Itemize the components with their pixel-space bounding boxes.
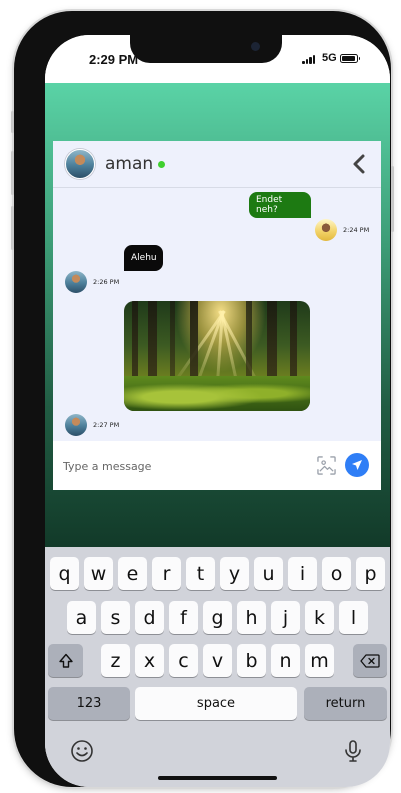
key-q[interactable]: q [50, 557, 79, 590]
message-input[interactable] [63, 453, 303, 479]
volume-up-button [11, 151, 14, 195]
network-type: 5G [322, 52, 337, 64]
power-button [391, 166, 394, 232]
message-composer [53, 441, 381, 490]
message-time: 2:27 PM [93, 421, 120, 429]
battery-icon [340, 54, 360, 63]
microphone-icon[interactable] [341, 739, 365, 763]
notch [130, 35, 282, 63]
emoji-icon[interactable] [70, 739, 94, 763]
key-w[interactable]: w [84, 557, 113, 590]
chevron-left-icon[interactable] [350, 153, 368, 175]
screen: 2:29 PM 5G aman Endet neh? 2:24 PM Alehu… [45, 35, 390, 787]
key-d[interactable]: d [135, 601, 164, 634]
return-key[interactable]: return [304, 687, 387, 720]
key-z[interactable]: z [101, 644, 130, 677]
home-indicator [158, 776, 277, 780]
key-n[interactable]: n [271, 644, 300, 677]
message-image[interactable] [124, 301, 310, 411]
image-upload-icon[interactable] [317, 456, 336, 475]
key-u[interactable]: u [254, 557, 283, 590]
key-e[interactable]: e [118, 557, 147, 590]
message-time: 2:26 PM [93, 278, 120, 286]
key-i[interactable]: i [288, 557, 317, 590]
key-s[interactable]: s [101, 601, 130, 634]
key-k[interactable]: k [305, 601, 334, 634]
key-r[interactable]: r [152, 557, 181, 590]
status-bar: 2:29 PM 5G [45, 35, 390, 83]
message-bubble-outgoing: Endet neh? [249, 192, 311, 218]
key-y[interactable]: y [220, 557, 249, 590]
backspace-icon [360, 653, 380, 668]
key-j[interactable]: j [271, 601, 300, 634]
contact-message-avatar [65, 271, 87, 293]
contact-message-avatar [65, 414, 87, 436]
key-g[interactable]: g [203, 601, 232, 634]
key-c[interactable]: c [169, 644, 198, 677]
contact-avatar[interactable] [65, 149, 95, 179]
shift-icon [58, 653, 73, 668]
key-v[interactable]: v [203, 644, 232, 677]
send-button[interactable] [345, 453, 369, 477]
message-bubble-incoming: Alehu [124, 245, 163, 271]
shift-key[interactable] [48, 644, 83, 677]
contact-name: aman [105, 154, 154, 174]
chat-window: aman Endet neh? 2:24 PM Alehu 2:26 PM 2:… [53, 141, 381, 490]
key-a[interactable]: a [67, 601, 96, 634]
key-o[interactable]: o [322, 557, 351, 590]
send-icon [352, 460, 362, 470]
key-t[interactable]: t [186, 557, 215, 590]
message-time: 2:24 PM [343, 226, 370, 234]
chat-header: aman [53, 141, 381, 188]
key-b[interactable]: b [237, 644, 266, 677]
key-f[interactable]: f [169, 601, 198, 634]
numbers-key[interactable]: 123 [48, 687, 130, 720]
status-time: 2:29 PM [89, 52, 139, 67]
key-l[interactable]: l [339, 601, 368, 634]
key-h[interactable]: h [237, 601, 266, 634]
backspace-key[interactable] [353, 644, 387, 677]
phone-frame: 2:29 PM 5G aman Endet neh? 2:24 PM Alehu… [11, 11, 394, 787]
my-avatar [315, 219, 337, 241]
front-camera [251, 42, 260, 51]
space-key[interactable]: space [135, 687, 297, 720]
on-screen-keyboard: q w e r t y u i o p a s d f g h j k l z [45, 547, 390, 787]
online-status-dot [158, 161, 165, 168]
key-m[interactable]: m [305, 644, 334, 677]
key-x[interactable]: x [135, 644, 164, 677]
volume-down-button [11, 206, 14, 250]
key-p[interactable]: p [356, 557, 385, 590]
mute-switch [11, 111, 14, 133]
signal-icon [302, 55, 315, 64]
